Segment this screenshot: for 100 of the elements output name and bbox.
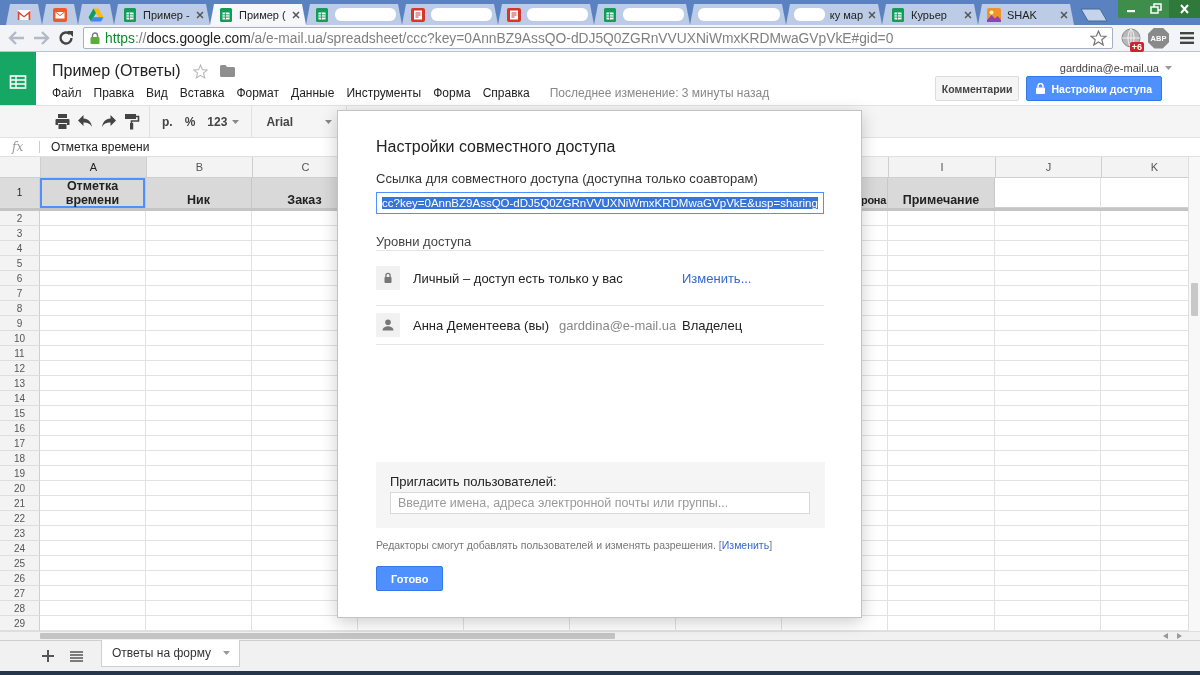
close-icon[interactable] <box>1169 0 1200 18</box>
row-number[interactable]: 1 <box>0 178 40 208</box>
row-number[interactable]: 5 <box>0 256 40 271</box>
minimize-icon[interactable] <box>1118 0 1144 18</box>
browser-tab[interactable]: Курьер <box>882 4 978 25</box>
menu-item[interactable]: Правка <box>87 83 141 103</box>
number-format-button[interactable]: 123 <box>201 109 246 134</box>
row-number[interactable]: 15 <box>0 406 40 421</box>
font-dropdown[interactable]: Arial <box>258 109 341 134</box>
row-number[interactable]: 20 <box>0 481 40 496</box>
row-number[interactable]: 25 <box>0 556 40 571</box>
row-number[interactable]: 10 <box>0 331 40 346</box>
menu-item[interactable]: Инструменты <box>340 83 428 103</box>
browser-tab[interactable]: SHAK <box>978 4 1074 25</box>
scrollbar-thumb[interactable] <box>1191 283 1198 316</box>
sheet-tab[interactable]: Ответы на форму <box>101 640 241 667</box>
star-icon[interactable] <box>1090 30 1107 46</box>
browser-tab[interactable]: ку мар <box>786 4 882 25</box>
row-number[interactable]: 11 <box>0 346 40 361</box>
plus-icon[interactable] <box>42 650 54 662</box>
spreadsheet-logo-icon[interactable] <box>0 52 36 105</box>
scrollbar-thumb[interactable] <box>40 633 615 639</box>
row-number[interactable]: 6 <box>0 271 40 286</box>
currency-button[interactable]: р. <box>156 109 179 134</box>
row-number[interactable]: 29 <box>0 616 40 631</box>
row-number[interactable]: 28 <box>0 601 40 616</box>
role-label: Владелец <box>682 317 744 333</box>
row-number[interactable]: 26 <box>0 571 40 586</box>
close-icon[interactable] <box>964 10 972 19</box>
invite-field[interactable]: Введите имена, адреса электронной почты или группы... <box>390 492 810 514</box>
percent-button[interactable]: % <box>178 109 202 134</box>
browser-tab[interactable] <box>42 4 78 25</box>
folder-icon[interactable] <box>219 65 235 77</box>
row-number[interactable]: 4 <box>0 241 40 256</box>
column-header[interactable]: I <box>888 157 995 177</box>
column-header[interactable]: A <box>40 157 146 177</box>
menu-item[interactable]: Данные <box>285 83 341 103</box>
restore-icon[interactable] <box>1144 0 1169 18</box>
row-number[interactable]: 18 <box>0 451 40 466</box>
browser-tab[interactable] <box>690 4 786 25</box>
browser-tab[interactable]: Пример ( <box>210 4 306 25</box>
close-icon[interactable] <box>292 10 300 19</box>
row-number[interactable]: 17 <box>0 436 40 451</box>
paint-roller-icon[interactable] <box>123 113 140 130</box>
menu-item[interactable]: Вид <box>140 83 174 103</box>
address-bar[interactable]: https://docs.google.com/a/e-mail.ua/spreadsheet/ccc?key=0AnnBZ9AssQO-dDJ5Q0ZGRnVVUXNiWmxKRDMwaGVpVkE#gid=0 <box>83 27 1113 49</box>
menu-icon[interactable] <box>1180 32 1194 44</box>
row-number[interactable]: 7 <box>0 286 40 301</box>
scroll-right-icon[interactable] <box>1177 633 1182 639</box>
browser-tab[interactable] <box>6 4 42 25</box>
menu-item[interactable]: Файл <box>46 83 88 103</box>
menu-item[interactable]: Формат <box>230 83 286 103</box>
row-number[interactable]: 27 <box>0 586 40 601</box>
star-icon[interactable] <box>192 63 208 79</box>
close-icon[interactable] <box>1060 10 1068 19</box>
caret-icon <box>232 119 240 124</box>
row-number[interactable]: 23 <box>0 526 40 541</box>
row-number[interactable]: 19 <box>0 466 40 481</box>
row-number[interactable]: 3 <box>0 226 40 241</box>
row-number[interactable]: 16 <box>0 421 40 436</box>
column-header[interactable]: J <box>995 157 1101 177</box>
header-cell: Отметка времени <box>40 178 146 208</box>
menu-item[interactable]: Вставка <box>173 83 231 103</box>
row-number[interactable]: 24 <box>0 541 40 556</box>
close-icon[interactable] <box>868 10 876 19</box>
browser-tab[interactable] <box>498 4 594 25</box>
change-access-link[interactable]: Изменить... <box>682 270 824 286</box>
menu-item[interactable]: Справка <box>476 83 536 103</box>
row-number[interactable]: 9 <box>0 316 40 331</box>
row-number[interactable]: 14 <box>0 391 40 406</box>
comments-button[interactable]: Комментарии <box>934 76 1020 101</box>
row-number[interactable]: 22 <box>0 511 40 526</box>
row-number[interactable]: 21 <box>0 496 40 511</box>
share-link-field[interactable]: cc?key=0AnnBZ9AssQO-dDJ5Q0ZGRnVVUXNiWmxKRDMwaGVpVkE&usp=sharing <box>376 192 824 214</box>
browser-tab[interactable] <box>594 4 690 25</box>
close-icon[interactable] <box>196 10 204 19</box>
row-number[interactable]: 13 <box>0 376 40 391</box>
scroll-left-icon[interactable] <box>1163 633 1168 639</box>
row-number[interactable]: 12 <box>0 361 40 376</box>
row-number[interactable]: 8 <box>0 301 40 316</box>
row-number[interactable]: 2 <box>0 211 40 226</box>
vertical-scrollbar[interactable] <box>1188 157 1200 631</box>
browser-tab[interactable] <box>78 4 114 25</box>
triangle-icon <box>88 6 104 23</box>
print-icon[interactable] <box>54 113 71 130</box>
person-icon <box>376 313 400 337</box>
document-title[interactable]: Пример (Ответы) <box>52 59 181 83</box>
caret-icon <box>325 119 333 124</box>
reload-icon[interactable] <box>58 30 74 46</box>
menu-item[interactable]: Форма <box>427 83 477 103</box>
formula-value[interactable]: Отметка времени <box>51 140 150 154</box>
column-header[interactable]: B <box>146 157 252 177</box>
browser-tab[interactable] <box>306 4 402 25</box>
account-email[interactable]: garddina@e-mail.ua <box>1059 62 1159 74</box>
new-tab-icon[interactable] <box>1080 8 1108 22</box>
browser-tab[interactable]: Пример - <box>114 4 210 25</box>
list-icon[interactable] <box>70 650 83 662</box>
horizontal-scrollbar[interactable] <box>0 631 1200 640</box>
browser-tab[interactable] <box>402 4 498 25</box>
last-edit-text[interactable]: Последнее изменение: 3 минуты назад <box>549 83 770 103</box>
